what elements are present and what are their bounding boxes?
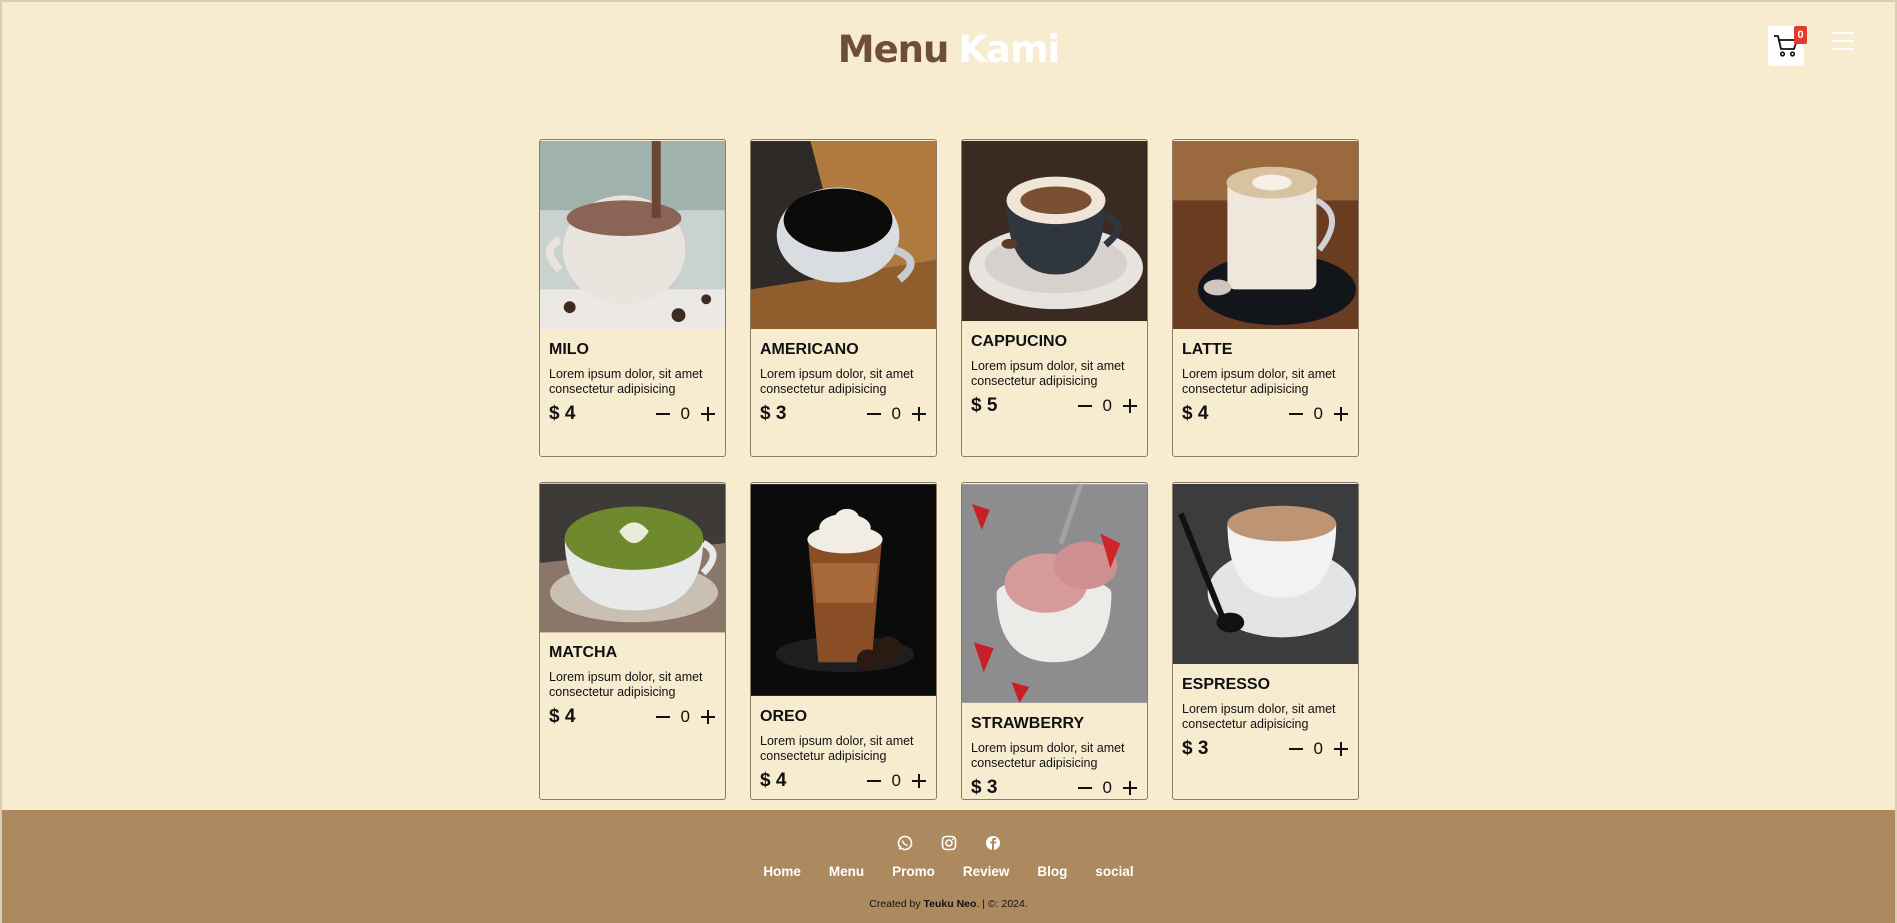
product-description: Lorem ipsum dolor, sit amet consectetur … <box>549 670 703 699</box>
product-description: Lorem ipsum dolor, sit amet consectetur … <box>760 367 914 396</box>
milo-image <box>540 141 725 329</box>
product-name: MATCHA <box>549 644 618 661</box>
product-price: $ 4 <box>549 706 576 727</box>
product-description: Lorem ipsum dolor, sit amet consectetur … <box>1182 367 1336 396</box>
social-links <box>2 834 1895 852</box>
increment-button[interactable] <box>911 406 927 422</box>
product-price: $ 5 <box>971 395 998 416</box>
product-name: OREO <box>760 708 808 725</box>
cart-button[interactable]: 0 <box>1768 26 1807 66</box>
footer-nav: Home Menu Promo Review Blog social <box>2 864 1895 879</box>
product-price: $ 3 <box>1182 738 1209 759</box>
product-name: LATTE <box>1182 341 1233 358</box>
title-menu: Menu <box>837 28 950 71</box>
quantity-value: 0 <box>1313 739 1323 758</box>
increment-button[interactable] <box>1122 398 1138 414</box>
product-price: $ 4 <box>549 403 576 424</box>
quantity-stepper: 0 <box>1288 404 1349 424</box>
hamburger-line-icon <box>1832 48 1854 50</box>
product-name: STRAWBERRY <box>971 715 1085 732</box>
product-name: CAPPUCINO <box>971 333 1068 350</box>
footer-link-promo[interactable]: Promo <box>892 864 935 879</box>
quantity-stepper: 0 <box>655 707 716 727</box>
decrement-button[interactable] <box>1077 398 1093 414</box>
quantity-stepper: 0 <box>1077 396 1138 416</box>
increment-button[interactable] <box>1122 780 1138 796</box>
hamburger-line-icon <box>1832 32 1854 34</box>
instagram-icon[interactable] <box>940 834 958 852</box>
quantity-stepper: 0 <box>1077 778 1138 798</box>
quantity-value: 0 <box>1102 778 1112 797</box>
increment-button[interactable] <box>700 709 716 725</box>
footer: Home Menu Promo Review Blog social Creat… <box>2 810 1895 923</box>
product-price: $ 4 <box>1182 403 1209 424</box>
product-description: Lorem ipsum dolor, sit amet consectetur … <box>549 367 703 396</box>
quantity-stepper: 0 <box>655 404 716 424</box>
quantity-value: 0 <box>891 771 901 790</box>
product-card-strawberry: STRAWBERRY Lorem ipsum dolor, sit amet c… <box>961 482 1148 800</box>
product-card-latte: LATTE Lorem ipsum dolor, sit amet consec… <box>1172 139 1359 457</box>
product-description: Lorem ipsum dolor, sit amet consectetur … <box>971 741 1125 770</box>
product-card-americano: AMERICANO Lorem ipsum dolor, sit amet co… <box>750 139 937 457</box>
product-card-matcha: MATCHA Lorem ipsum dolor, sit amet conse… <box>539 482 726 800</box>
footer-link-menu[interactable]: Menu <box>829 864 864 879</box>
whatsapp-icon[interactable] <box>896 834 914 852</box>
quantity-value: 0 <box>680 404 690 423</box>
footer-link-review[interactable]: Review <box>963 864 1010 879</box>
decrement-button[interactable] <box>1288 741 1304 757</box>
latte-image <box>1173 141 1358 329</box>
product-name: AMERICANO <box>760 341 859 358</box>
header: Menu Kami 0 <box>2 2 1895 102</box>
product-price: $ 4 <box>760 770 787 791</box>
credit-author: Teuku Neo <box>923 898 977 910</box>
quantity-value: 0 <box>1313 404 1323 423</box>
product-description: Lorem ipsum dolor, sit amet consectetur … <box>760 734 914 763</box>
product-description: Lorem ipsum dolor, sit amet consectetur … <box>1182 702 1336 731</box>
quantity-stepper: 0 <box>866 404 927 424</box>
increment-button[interactable] <box>1333 406 1349 422</box>
decrement-button[interactable] <box>655 709 671 725</box>
product-card-espresso: ESPRESSO Lorem ipsum dolor, sit amet con… <box>1172 482 1359 800</box>
credit-prefix: Created by <box>869 898 921 910</box>
product-name: ESPRESSO <box>1182 676 1271 693</box>
product-card-cappucino: CAPPUCINO Lorem ipsum dolor, sit amet co… <box>961 139 1148 457</box>
increment-button[interactable] <box>1333 741 1349 757</box>
product-card-oreo: OREO Lorem ipsum dolor, sit amet consect… <box>750 482 937 800</box>
quantity-stepper: 0 <box>866 771 927 791</box>
quantity-value: 0 <box>891 404 901 423</box>
footer-credit: Created by Teuku Neo. | ©: 2024. <box>2 898 1895 910</box>
increment-button[interactable] <box>700 406 716 422</box>
product-card-milo: MILO Lorem ipsum dolor, sit amet consect… <box>539 139 726 457</box>
matcha-image <box>540 483 725 633</box>
quantity-stepper: 0 <box>1288 739 1349 759</box>
footer-link-social[interactable]: social <box>1095 864 1133 879</box>
title-kami: Kami <box>958 28 1060 71</box>
decrement-button[interactable] <box>1288 406 1304 422</box>
page-title: Menu Kami <box>2 28 1895 71</box>
cart-count-badge: 0 <box>1794 26 1807 44</box>
oreo-image <box>751 484 936 696</box>
hamburger-line-icon <box>1832 40 1854 42</box>
cappucino-image <box>962 140 1147 322</box>
decrement-button[interactable] <box>655 406 671 422</box>
quantity-value: 0 <box>680 707 690 726</box>
increment-button[interactable] <box>911 773 927 789</box>
facebook-icon[interactable] <box>984 834 1002 852</box>
product-price: $ 3 <box>760 403 787 424</box>
decrement-button[interactable] <box>866 773 882 789</box>
product-name: MILO <box>549 341 589 358</box>
product-price: $ 3 <box>971 777 998 798</box>
decrement-button[interactable] <box>866 406 882 422</box>
americano-image <box>751 141 936 329</box>
credit-suffix: . | ©: 2024. <box>976 898 1028 910</box>
quantity-value: 0 <box>1102 396 1112 415</box>
footer-link-home[interactable]: Home <box>763 864 801 879</box>
footer-link-blog[interactable]: Blog <box>1037 864 1067 879</box>
espresso-image <box>1173 483 1358 665</box>
decrement-button[interactable] <box>1077 780 1093 796</box>
product-description: Lorem ipsum dolor, sit amet consectetur … <box>971 359 1125 388</box>
hamburger-menu-button[interactable] <box>1832 30 1854 52</box>
product-grid: MILO Lorem ipsum dolor, sit amet consect… <box>539 139 1362 800</box>
strawberry-image <box>962 483 1147 703</box>
